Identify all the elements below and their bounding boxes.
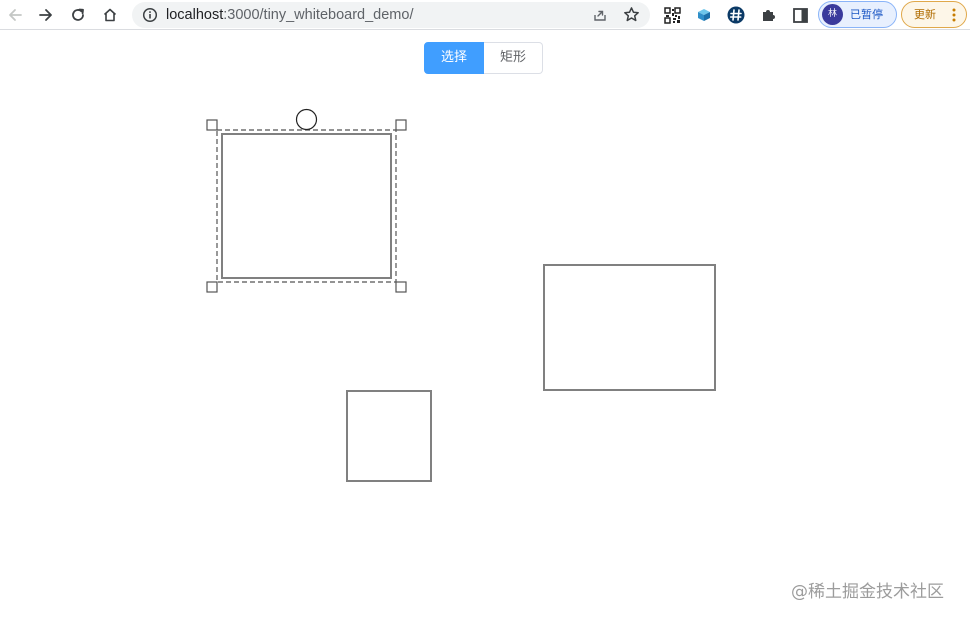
cube-extension[interactable] [693,4,715,26]
share-icon[interactable] [592,7,608,23]
profile-status: 已暂停 [850,8,883,21]
rectangle-shape-selected[interactable] [221,133,392,279]
avatar: 林 [822,4,843,25]
home-icon [103,8,117,22]
forward-button[interactable] [34,3,58,27]
side-panel-icon [792,7,808,23]
home-button[interactable] [98,3,122,27]
qr-code-icon [663,6,681,24]
browser-toolbar: localhost:3000/tiny_whiteboard_demo/ 林 已… [0,0,970,30]
more-vertical-icon [952,8,956,22]
profile-button[interactable]: 林 已暂停 [818,1,897,28]
info-icon[interactable] [142,7,158,23]
resize-handle-bottom-left[interactable] [206,281,218,293]
url-path: :3000/tiny_whiteboard_demo/ [223,7,414,23]
selection-box [216,129,397,283]
reload-button[interactable] [66,3,90,27]
qr-code-extension[interactable] [661,4,683,26]
rectangle-tool-button[interactable]: 矩形 [484,42,543,74]
hash-extension[interactable] [725,4,747,26]
back-arrow-icon [9,9,22,21]
hash-extension-icon [727,6,745,24]
rectangle-shape[interactable] [543,264,716,391]
canvas-drawing-layer[interactable] [0,31,970,620]
cube-extension-icon [698,9,710,21]
puzzle-extensions-icon [763,10,775,21]
address-bar[interactable]: localhost:3000/tiny_whiteboard_demo/ [132,2,650,28]
address-url[interactable]: localhost:3000/tiny_whiteboard_demo/ [166,6,413,24]
extensions-button[interactable] [757,4,779,26]
back-button[interactable] [3,3,27,27]
select-tool-button[interactable]: 选择 [424,42,484,74]
reload-icon [72,8,84,21]
url-host: localhost [166,7,224,23]
resize-handle-bottom-right[interactable] [395,281,407,293]
rotate-handle[interactable] [295,108,318,131]
resize-handle-top-left[interactable] [206,119,218,131]
bookmark-star-icon[interactable] [623,6,640,23]
side-panel-button[interactable] [789,4,811,26]
rectangle-shape[interactable] [346,390,432,482]
forward-arrow-icon [39,9,52,21]
update-label: 更新 [914,8,936,21]
tool-button-group: 选择 矩形 [424,42,543,74]
update-button[interactable]: 更新 [901,1,967,28]
whiteboard-canvas[interactable] [0,31,970,620]
watermark: @稀土掘金技术社区 [791,582,944,602]
resize-handle-top-right[interactable] [395,119,407,131]
